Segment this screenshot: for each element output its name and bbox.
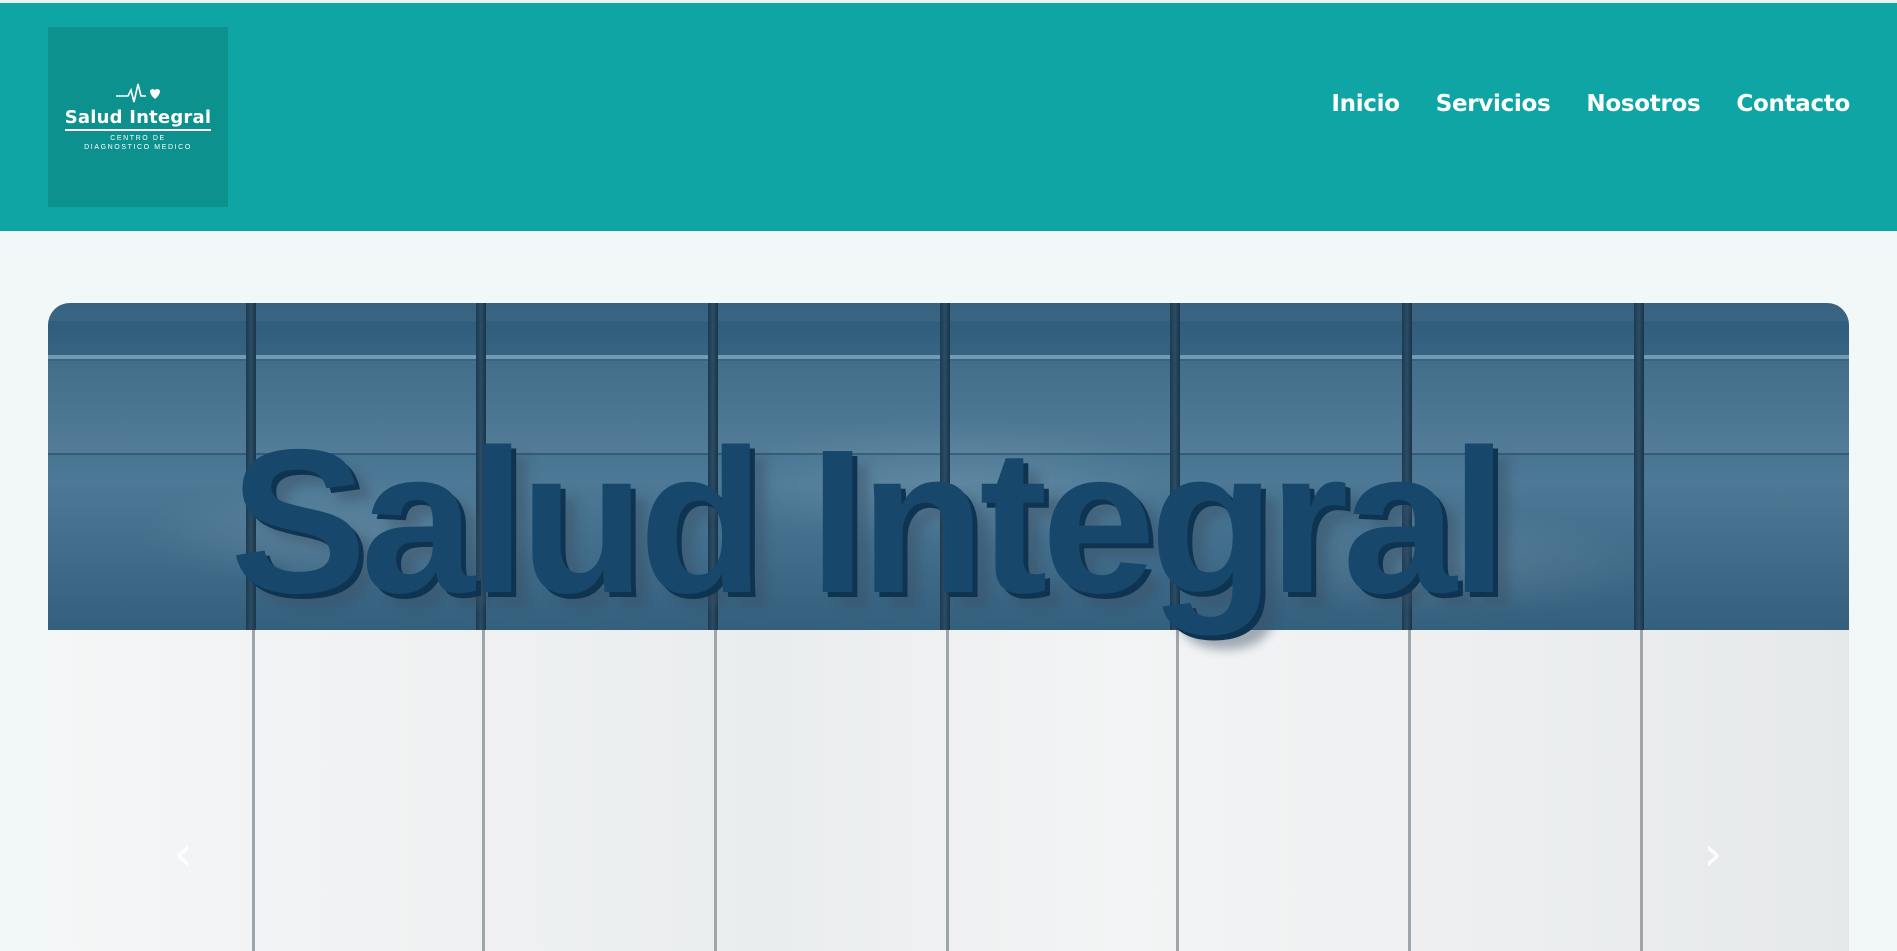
nav-link-contacto[interactable]: Contacto bbox=[1736, 91, 1850, 117]
heartbeat-icon bbox=[116, 83, 160, 103]
chevron-left-icon: ‹ bbox=[173, 826, 193, 882]
carousel-next-button[interactable]: › bbox=[1693, 827, 1733, 881]
logo-title: Salud Integral bbox=[64, 108, 212, 131]
site-logo[interactable]: Salud Integral CENTRO DE DIAGNOSTICO MED… bbox=[48, 27, 228, 207]
nav-link-nosotros[interactable]: Nosotros bbox=[1586, 91, 1700, 117]
carousel-prev-button[interactable]: ‹ bbox=[163, 827, 203, 881]
building-sign-text: Salud Integral bbox=[230, 407, 1508, 636]
nav-link-servicios[interactable]: Servicios bbox=[1436, 91, 1551, 117]
main-nav: Inicio Servicios Nosotros Contacto bbox=[1331, 91, 1850, 117]
chevron-right-icon: › bbox=[1703, 826, 1723, 882]
site-header: Salud Integral CENTRO DE DIAGNOSTICO MED… bbox=[0, 3, 1897, 231]
logo-subtitle: CENTRO DE DIAGNOSTICO MEDICO bbox=[84, 135, 192, 151]
nav-link-inicio[interactable]: Inicio bbox=[1331, 91, 1400, 117]
